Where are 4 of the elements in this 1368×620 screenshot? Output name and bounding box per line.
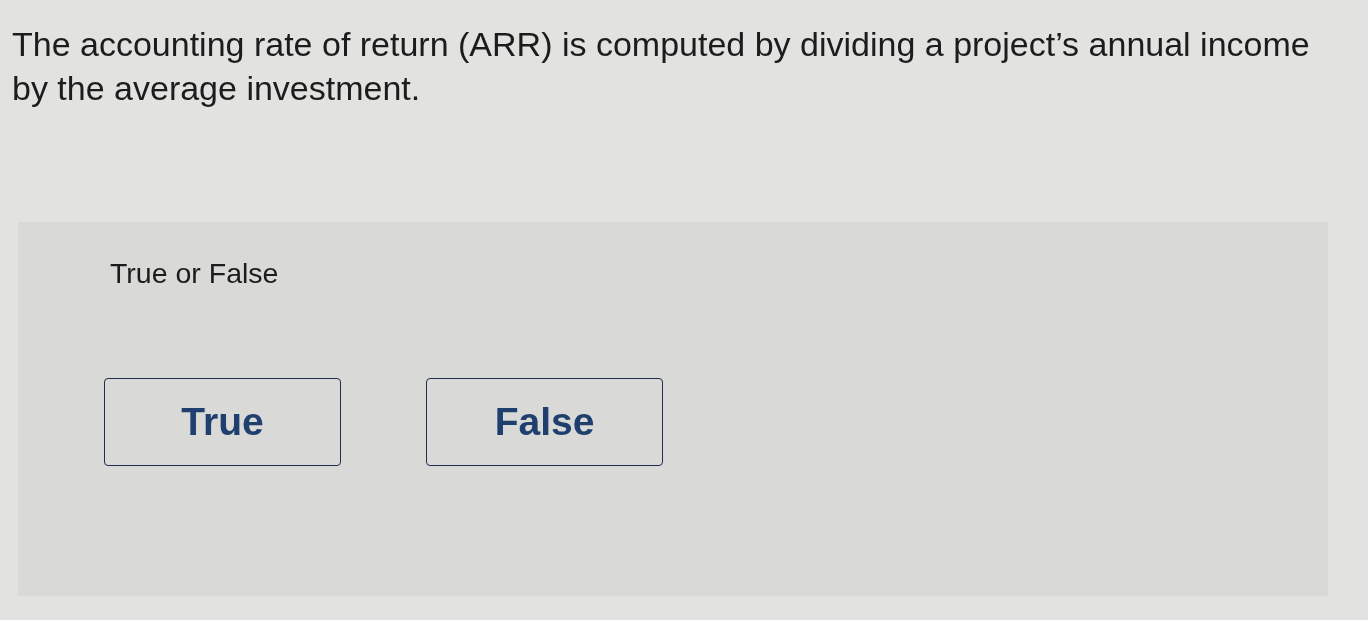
question-text: The accounting rate of return (ARR) is computed by dividing a project’s annual income by the average investment. (12, 24, 1311, 109)
answer-prompt: True or False (110, 256, 279, 290)
answer-option-button[interactable]: True (104, 378, 341, 466)
answer-option-button[interactable]: False (426, 378, 663, 466)
